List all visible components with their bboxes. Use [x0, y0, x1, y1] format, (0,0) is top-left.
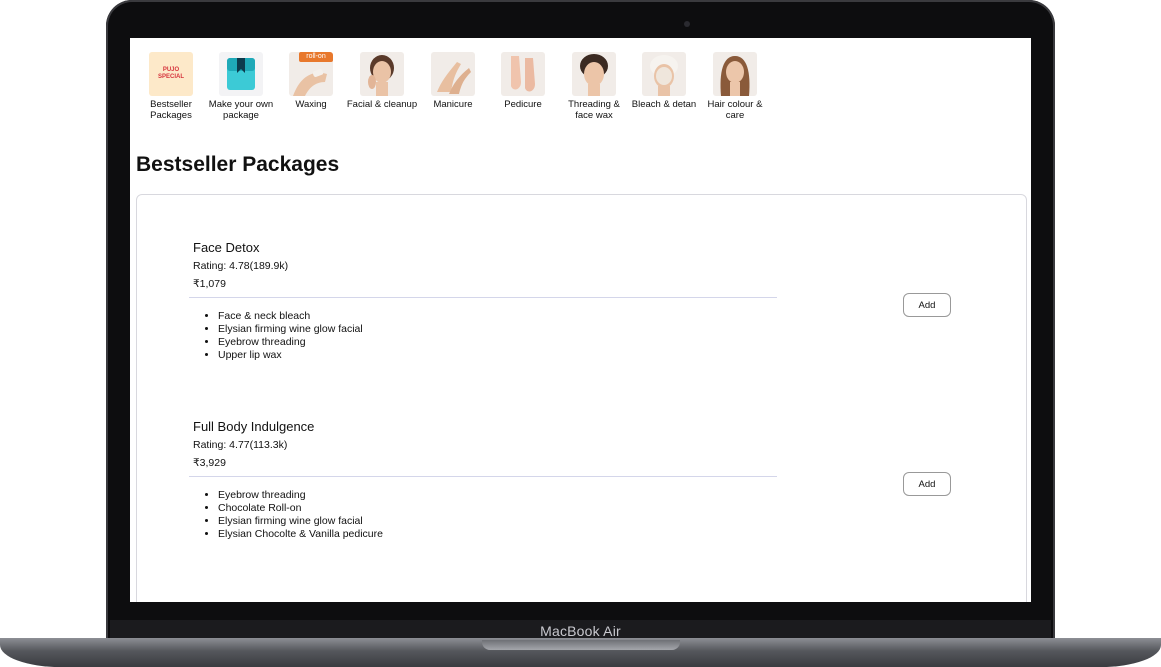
package-price: ₹1,079 [193, 278, 226, 290]
category-label: Bestseller Packages [150, 99, 192, 121]
bleach-photo [642, 52, 686, 96]
category-make-your-own-package[interactable]: Make your own package [205, 52, 277, 121]
package-card: Full Body Indulgence Rating: 4.77(113.3k… [189, 419, 1013, 540]
category-label: Make your own package [208, 99, 274, 121]
list-item: Elysian Chocolte & Vanilla pedicure [218, 528, 383, 541]
list-item: Chocolate Roll-on [218, 502, 383, 515]
pedicure-photo [501, 52, 545, 96]
category-bar: PUJO SPECIAL Bestseller Packages Make yo… [130, 52, 1031, 132]
laptop-hinge-notch [482, 640, 680, 650]
list-item: Face & neck bleach [218, 310, 363, 323]
package-card: Face Detox Rating: 4.78(189.9k) ₹1,079 F… [189, 240, 1013, 361]
package-box-icon [219, 52, 263, 96]
category-waxing[interactable]: roll-on Waxing [275, 52, 347, 110]
roll-on-tag: roll-on [299, 52, 333, 62]
pujo-special-text: PUJO SPECIAL [157, 67, 184, 80]
laptop-frame: PUJO SPECIAL Bestseller Packages Make yo… [0, 0, 1161, 667]
page-title: Bestseller Packages [136, 153, 340, 176]
manicure-photo [431, 52, 475, 96]
add-button[interactable]: Add [903, 293, 951, 317]
package-items: Eyebrow threading Chocolate Roll-on Elys… [203, 489, 383, 541]
package-name: Full Body Indulgence [193, 419, 315, 434]
waxing-photo: roll-on [289, 52, 333, 96]
package-price: ₹3,929 [193, 457, 226, 469]
packages-panel: Face Detox Rating: 4.78(189.9k) ₹1,079 F… [136, 194, 1027, 602]
package-divider [189, 476, 777, 477]
category-label: Waxing [295, 99, 327, 110]
category-label: Hair colour & care [707, 99, 763, 121]
package-rating: Rating: 4.78(189.9k) [193, 260, 289, 272]
package-items: Face & neck bleach Elysian firming wine … [203, 310, 363, 362]
category-label: Bleach & detan [631, 99, 697, 110]
category-pedicure[interactable]: Pedicure [487, 52, 559, 110]
threading-photo [572, 52, 616, 96]
category-facial-cleanup[interactable]: Facial & cleanup [346, 52, 418, 110]
category-label: Facial & cleanup [346, 99, 418, 110]
package-divider [189, 297, 777, 298]
add-button[interactable]: Add [903, 472, 951, 496]
browser-screen: PUJO SPECIAL Bestseller Packages Make yo… [130, 38, 1031, 602]
list-item: Eyebrow threading [218, 489, 383, 502]
category-threading-face-wax[interactable]: Threading & face wax [558, 52, 630, 121]
category-bestseller-packages[interactable]: PUJO SPECIAL Bestseller Packages [135, 52, 207, 121]
package-rating: Rating: 4.77(113.3k) [193, 439, 288, 451]
package-name: Face Detox [193, 240, 260, 255]
hair-colour-photo [713, 52, 757, 96]
camera-icon [684, 21, 690, 27]
category-label: Threading & face wax [568, 99, 620, 121]
list-item: Elysian firming wine glow facial [218, 515, 383, 528]
category-label: Pedicure [504, 99, 542, 110]
list-item: Eyebrow threading [218, 336, 363, 349]
list-item: Elysian firming wine glow facial [218, 323, 363, 336]
category-hair-colour-care[interactable]: Hair colour & care [699, 52, 771, 121]
facial-photo [360, 52, 404, 96]
category-bleach-detan[interactable]: Bleach & detan [628, 52, 700, 110]
device-label: MacBook Air [540, 623, 621, 639]
category-manicure[interactable]: Manicure [417, 52, 489, 110]
category-label: Manicure [433, 99, 473, 110]
pujo-special-badge: PUJO SPECIAL [149, 52, 193, 96]
list-item: Upper lip wax [218, 349, 363, 362]
